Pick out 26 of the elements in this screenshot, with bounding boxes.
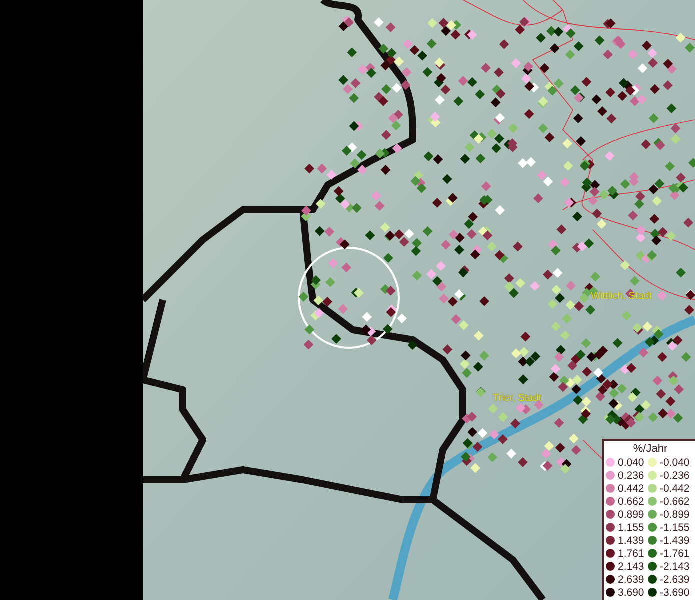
legend-value: 0.899 — [618, 508, 644, 520]
legend-value: 2.639 — [618, 574, 644, 586]
legend-value: -3.690 — [660, 586, 690, 598]
legend-value: 1.155 — [618, 522, 644, 534]
legend-value: -0.040 — [660, 456, 690, 468]
place-label: Trier, Stadt — [493, 393, 542, 404]
legend-value: 3.690 — [618, 586, 644, 598]
legend-value: -0.899 — [660, 508, 690, 520]
legend-value: 0.662 — [618, 496, 644, 508]
legend-value: -1.761 — [660, 548, 690, 560]
legend-value: -2.639 — [660, 574, 690, 586]
legend-value: 0.236 — [618, 470, 644, 482]
legend-title: %/Jahr — [632, 443, 669, 456]
legend-value: 1.439 — [618, 534, 644, 546]
map-drawing[interactable] — [143, 0, 695, 600]
legend-value: -0.662 — [660, 496, 690, 508]
legend-value: -0.236 — [660, 470, 690, 482]
legend-value: 0.040 — [618, 456, 644, 468]
legend-value: -0.442 — [660, 482, 690, 494]
legend-value: -2.143 — [660, 560, 690, 572]
legend-value: 0.442 — [618, 482, 644, 494]
legend-value: -1.155 — [660, 522, 690, 534]
legend-value: 2.143 — [618, 560, 644, 572]
place-label: Wittlich, Stadt — [591, 291, 652, 302]
legend-value: 1.761 — [618, 548, 644, 560]
legend-value: -1.439 — [660, 534, 690, 546]
